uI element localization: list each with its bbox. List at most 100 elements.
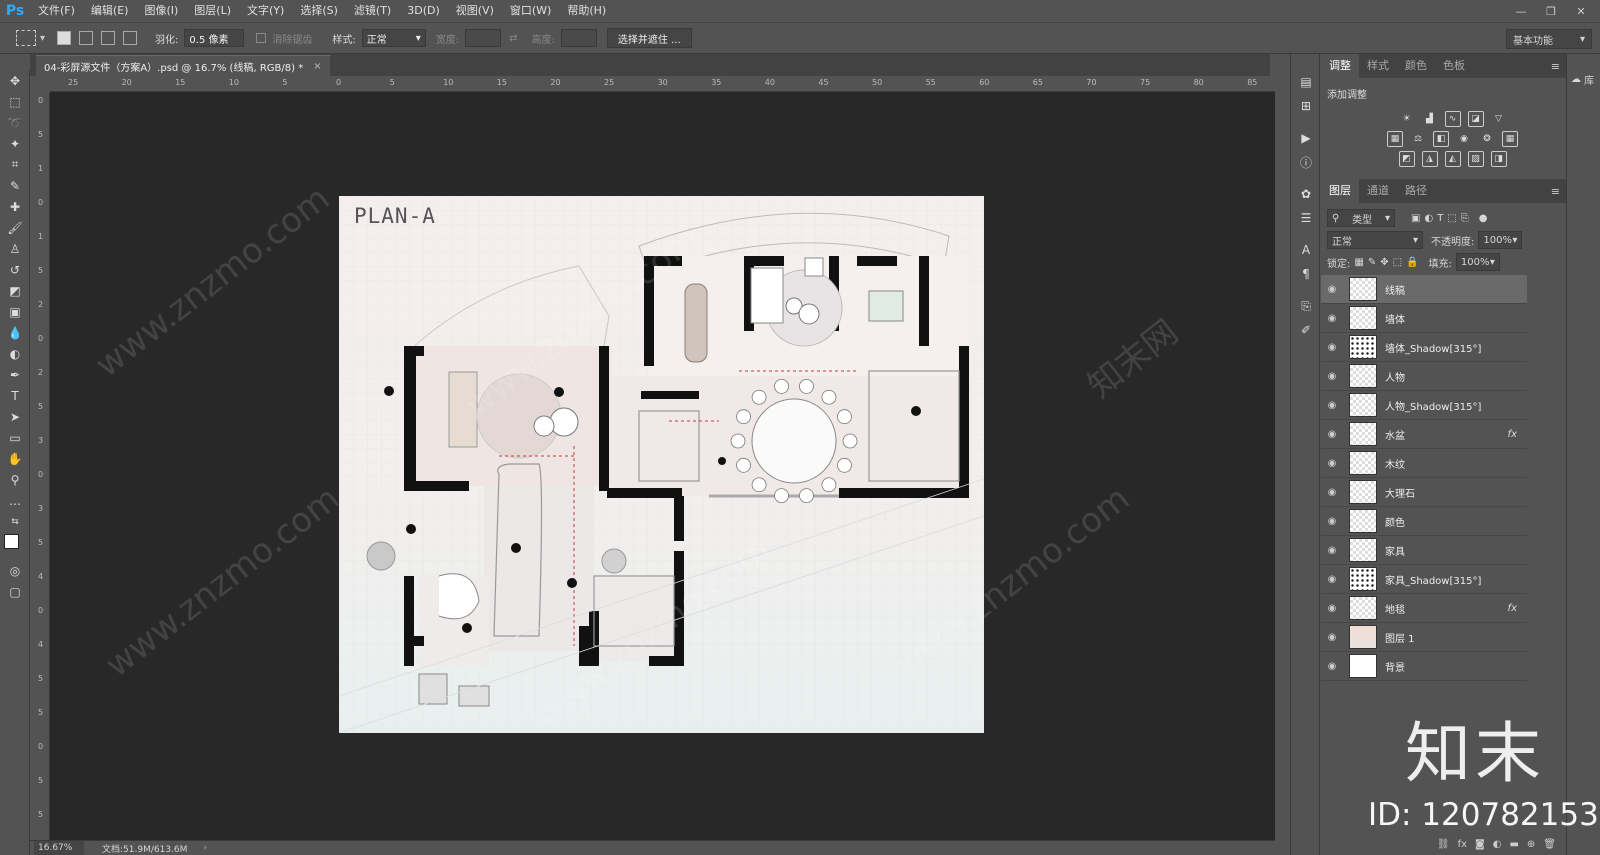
blend-mode-select[interactable]: 正常 ▾ (1327, 231, 1423, 249)
layer-row[interactable]: ◉ 人物 (1321, 362, 1527, 391)
marquee-tool-icon[interactable] (16, 30, 36, 46)
close-icon[interactable]: ✕ (1570, 0, 1592, 22)
chevron-down-icon[interactable]: ▾ (40, 33, 45, 44)
menu-window[interactable]: 窗口(W) (502, 0, 559, 22)
properties-panel-icon[interactable]: ⊞ (1291, 94, 1321, 118)
character-panel-icon[interactable]: A (1291, 238, 1321, 262)
actions-panel-icon[interactable]: ▶ (1291, 126, 1321, 150)
menu-select[interactable]: 选择(S) (292, 0, 346, 22)
tab-styles[interactable]: 样式 (1359, 54, 1397, 78)
channel-mixer-icon[interactable]: ❂ (1479, 131, 1495, 147)
intersect-selection-icon[interactable] (123, 31, 138, 45)
sliders-panel-icon[interactable]: ☰ (1291, 206, 1321, 230)
pen-tool-icon[interactable]: ✒ (0, 364, 30, 385)
quick-mask-icon[interactable]: ◎ (0, 560, 30, 581)
layer-row[interactable]: ◉ 木纹 (1321, 449, 1527, 478)
layer-row[interactable]: ◉ 墙体 (1321, 304, 1527, 333)
clone-stamp-icon[interactable]: ♙ (0, 238, 30, 259)
restore-icon[interactable]: ❐ (1540, 0, 1562, 22)
dodge-tool-icon[interactable]: ◐ (0, 343, 30, 364)
menu-layer[interactable]: 图层(L) (186, 0, 239, 22)
layer-row[interactable]: ◉ 地毯 fx (1321, 594, 1527, 623)
move-tool-icon[interactable]: ✥ (0, 70, 30, 91)
lock-position-icon[interactable]: ✥ (1380, 257, 1388, 268)
marquee-tool-icon[interactable]: ⬚ (0, 91, 30, 112)
select-and-mask-button[interactable]: 选择并遮住 ... (606, 28, 692, 48)
fx-icon[interactable]: fx (1508, 429, 1517, 440)
menu-file[interactable]: 文件(F) (30, 0, 83, 22)
threshold-icon[interactable]: ◭ (1444, 151, 1461, 167)
new-selection-icon[interactable] (57, 31, 72, 45)
healing-brush-icon[interactable]: ✚ (0, 196, 30, 217)
eye-icon[interactable]: ◉ (1321, 545, 1343, 556)
fill-input[interactable]: 100% ▾ (1455, 253, 1500, 271)
eye-icon[interactable]: ◉ (1321, 661, 1343, 672)
path-select-icon[interactable]: ➤ (0, 406, 30, 427)
panel-menu-icon[interactable]: ≡ (1551, 60, 1560, 73)
eraser-icon[interactable]: ◩ (0, 280, 30, 301)
lock-pixels-icon[interactable]: ✎ (1368, 257, 1376, 268)
eye-icon[interactable]: ◉ (1321, 313, 1343, 324)
levels-icon[interactable]: ▟ (1422, 111, 1438, 127)
color-lookup-icon[interactable]: ▦ (1502, 131, 1518, 147)
menu-view[interactable]: 视图(V) (448, 0, 502, 22)
menu-help[interactable]: 帮助(H) (559, 0, 614, 22)
exposure-icon[interactable]: ◪ (1467, 111, 1484, 127)
gradient-map-icon[interactable]: ▨ (1467, 151, 1484, 167)
layer-row[interactable]: ◉ 墙体_Shadow[315°] (1321, 333, 1527, 362)
menu-image[interactable]: 图像(I) (136, 0, 186, 22)
eye-icon[interactable]: ◉ (1321, 632, 1343, 643)
paragraph-panel-icon[interactable]: ¶ (1291, 262, 1321, 286)
posterize-icon[interactable]: ◮ (1421, 151, 1438, 167)
workspace-select[interactable]: 基本功能 ▾ (1506, 29, 1592, 49)
minimize-icon[interactable]: — (1510, 0, 1532, 22)
eye-icon[interactable]: ◉ (1321, 516, 1343, 527)
layer-row[interactable]: ◉ 线稿 (1321, 275, 1527, 304)
history-brush-icon[interactable]: ↺ (0, 259, 30, 280)
lock-transparent-icon[interactable]: ▦ (1354, 257, 1363, 268)
layer-row[interactable]: ◉ 大理石 (1321, 478, 1527, 507)
fx-button-icon[interactable]: fx (1458, 839, 1467, 850)
more-tools-icon[interactable]: … (0, 490, 30, 511)
add-selection-icon[interactable] (79, 31, 94, 45)
feather-input[interactable]: 0.5 像素 (184, 29, 245, 47)
layer-row[interactable]: ◉ 家具_Shadow[315°] (1321, 565, 1527, 594)
layer-row[interactable]: ◉ 图层 1 (1321, 623, 1527, 652)
invert-icon[interactable]: ◩ (1398, 151, 1415, 167)
layer-row[interactable]: ◉ 人物_Shadow[315°] (1321, 391, 1527, 420)
menu-edit[interactable]: 编辑(E) (83, 0, 137, 22)
gradient-tool-icon[interactable]: ▣ (0, 301, 30, 322)
group-folder-icon[interactable]: ▬ (1509, 839, 1518, 850)
link-icon[interactable]: ⛓ (1437, 839, 1450, 850)
eye-icon[interactable]: ◉ (1321, 429, 1343, 440)
vibrance-icon[interactable]: ▽ (1491, 111, 1507, 127)
tab-adjustments[interactable]: 调整 (1321, 54, 1359, 78)
info-panel-icon[interactable]: ⓘ (1291, 150, 1321, 174)
swap-icon[interactable]: ⇄ (509, 33, 517, 44)
hue-saturation-icon[interactable]: ▦ (1387, 131, 1403, 147)
lasso-tool-icon[interactable]: ➰ (0, 112, 30, 133)
trash-icon[interactable]: 🗑 (1543, 839, 1556, 850)
tab-swatches[interactable]: 色板 (1435, 54, 1473, 78)
panel-menu-icon[interactable]: ≡ (1551, 185, 1560, 198)
canvas-area[interactable]: PLAN-A www.znzmo.com www.znzmo.com www.z… (50, 92, 1275, 840)
layer-row[interactable]: ◉ 家具 (1321, 536, 1527, 565)
layer-filter-select[interactable]: ⚲ 类型 ▾ (1327, 209, 1395, 227)
eyedropper-icon[interactable]: ✎ (0, 175, 30, 196)
eye-icon[interactable]: ◉ (1321, 487, 1343, 498)
libraries-tab[interactable]: ☁ 库 (1571, 72, 1600, 87)
foreground-color[interactable] (4, 534, 19, 549)
antialias-checkbox[interactable] (256, 33, 267, 43)
menu-3d[interactable]: 3D(D) (399, 0, 448, 22)
height-input[interactable] (560, 29, 597, 47)
brush-tool-icon[interactable]: 🖌 (0, 217, 30, 238)
black-white-icon[interactable]: ◧ (1433, 131, 1449, 147)
tab-layers[interactable]: 图层 (1321, 179, 1359, 203)
document-tab[interactable]: 04-彩屏源文件（方案A）.psd @ 16.7% (线稿, RGB/8) * … (36, 55, 330, 76)
close-tab-icon[interactable]: × (313, 61, 321, 72)
paths-panel-icon[interactable]: ✐ (1291, 318, 1321, 342)
filter-type-icon[interactable]: T (1437, 213, 1443, 224)
width-input[interactable] (465, 29, 502, 47)
tab-color[interactable]: 颜色 (1397, 54, 1435, 78)
history-panel-icon[interactable]: ▤ (1291, 70, 1321, 94)
